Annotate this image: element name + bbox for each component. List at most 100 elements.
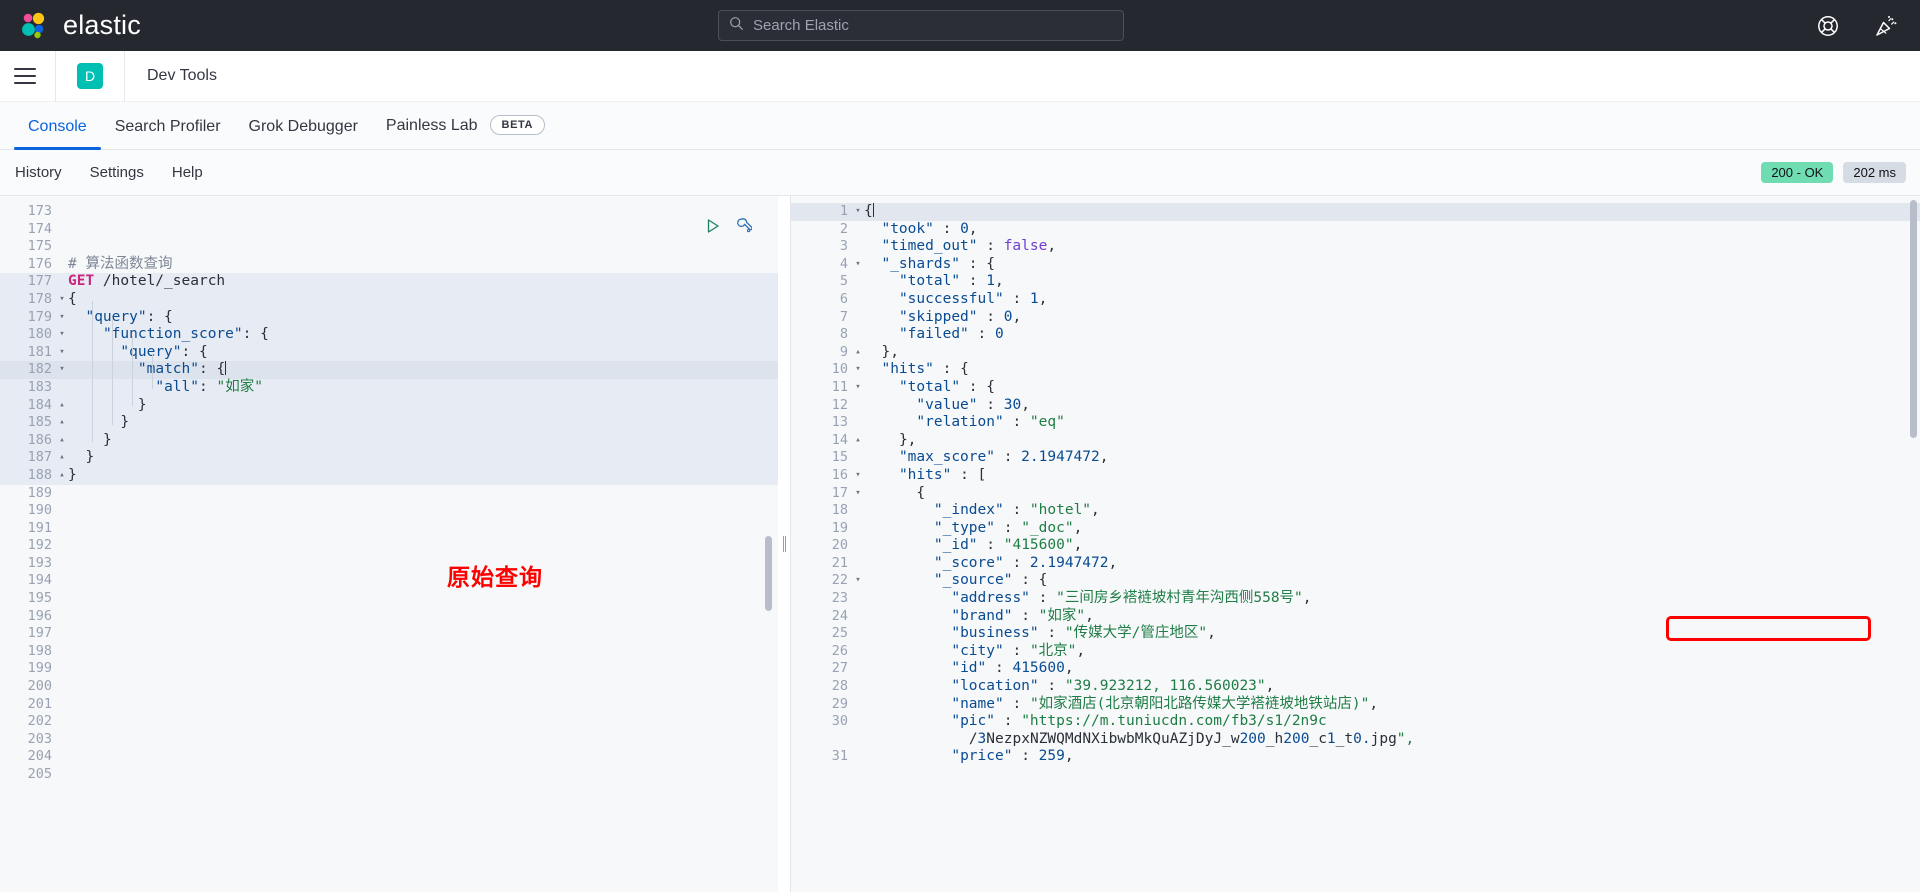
code-line[interactable]: 17 ▾ { (790, 485, 1920, 503)
fold-toggle[interactable]: ▾ (56, 361, 68, 379)
code-line[interactable]: 176 # 算法函数查询 (0, 256, 778, 274)
fold-toggle[interactable]: ▾ (852, 256, 864, 274)
code-line[interactable]: 183 "all": "如家" (0, 378, 778, 397)
code-line[interactable]: 11 ▾ "total" : { (790, 379, 1920, 397)
fold-toggle[interactable]: ▴ (56, 397, 68, 415)
code-line[interactable]: 205 (0, 766, 778, 784)
code-line[interactable]: 187 ▴ } (0, 449, 778, 467)
fold-toggle[interactable]: ▴ (56, 414, 68, 432)
code-line[interactable]: 12 "value" : 30, (790, 397, 1920, 415)
space-avatar[interactable]: D (77, 63, 103, 89)
code-line[interactable]: 174 (0, 221, 778, 239)
code-line[interactable]: 204 (0, 748, 778, 766)
code-line[interactable]: 175 (0, 238, 778, 256)
fold-toggle[interactable]: ▴ (852, 344, 864, 362)
code-line[interactable]: 10 ▾ "hits" : { (790, 361, 1920, 379)
code-line[interactable]: 31 "price" : 259, (790, 748, 1920, 766)
fold-toggle[interactable]: ▴ (56, 432, 68, 450)
code-line[interactable]: 1 ▾{ (790, 203, 1920, 221)
code-line[interactable]: 30 "pic" : "https://m.tuniucdn.com/fb3/s… (790, 713, 1920, 731)
settings-button[interactable]: Settings (90, 164, 144, 181)
code-line[interactable]: 24 "brand" : "如家", (790, 608, 1920, 626)
fold-toggle[interactable]: ▾ (56, 326, 68, 344)
code-line[interactable]: 194 (0, 572, 778, 590)
code-line[interactable]: 22 ▾ "_source" : { (790, 572, 1920, 590)
code-line[interactable]: 16 ▾ "hits" : [ (790, 467, 1920, 485)
code-line[interactable]: 195 (0, 590, 778, 608)
fold-toggle[interactable]: ▾ (852, 379, 864, 397)
help-button[interactable]: Help (172, 164, 203, 181)
code-line[interactable]: 29 "name" : "如家酒店(北京朝阳北路传媒大学褡裢坡地铁站店)", (790, 696, 1920, 714)
request-editor[interactable]: 173 174 175 176 # 算法函数查询 177 GET /hotel/_searc… (0, 196, 778, 892)
code-line[interactable]: 27 "id" : 415600, (790, 660, 1920, 678)
code-line[interactable]: 2 "took" : 0, (790, 221, 1920, 239)
code-line[interactable]: 26 "city" : "北京", (790, 643, 1920, 661)
fold-toggle[interactable]: ▾ (56, 291, 68, 309)
code-line[interactable]: 190 (0, 502, 778, 520)
code-line[interactable]: 7 "skipped" : 0, (790, 309, 1920, 327)
pane-splitter[interactable] (778, 196, 790, 892)
code-line[interactable]: 173 (0, 203, 778, 221)
code-line[interactable]: 192 (0, 537, 778, 555)
fold-toggle[interactable]: ▾ (852, 203, 864, 221)
code-line[interactable]: 188 ▴} (0, 466, 778, 485)
code-line[interactable]: 201 (0, 696, 778, 714)
code-line[interactable]: 178 ▾{ (0, 290, 778, 309)
fold-toggle[interactable]: ▴ (56, 467, 68, 485)
code-line[interactable]: 202 (0, 713, 778, 731)
response-viewer[interactable]: 1 ▾{2 "took" : 0, 3 "timed_out" : false, 4 ▾… (790, 196, 1920, 892)
code-line[interactable]: 21 "_score" : 2.1947472, (790, 555, 1920, 573)
menu-hamburger-icon[interactable] (14, 68, 36, 84)
fold-toggle[interactable]: ▾ (852, 572, 864, 590)
code-line[interactable]: 199 (0, 660, 778, 678)
code-line[interactable]: 197 (0, 625, 778, 643)
code-line[interactable]: 196 (0, 608, 778, 626)
code-line[interactable]: 23 "address" : "三间房乡褡裢坡村青年沟西侧558号", (790, 590, 1920, 608)
code-line[interactable]: 186 ▴ } (0, 431, 778, 450)
code-line[interactable]: 185 ▴ } (0, 414, 778, 432)
fold-toggle[interactable]: ▾ (852, 361, 864, 379)
code-line[interactable]: 14 ▴ }, (790, 432, 1920, 450)
fold-toggle[interactable]: ▾ (56, 309, 68, 327)
code-line[interactable]: 25 "business" : "传媒大学/管庄地区", (790, 625, 1920, 643)
fold-toggle[interactable]: ▾ (852, 467, 864, 485)
tab-search-profiler[interactable]: Search Profiler (101, 118, 235, 149)
party-popper-icon[interactable] (1874, 14, 1898, 38)
help-lifebuoy-icon[interactable] (1816, 14, 1840, 38)
code-line[interactable]: 182 ▾ "match": { (0, 361, 778, 379)
code-line[interactable]: 179 ▾ "query": { (0, 308, 778, 327)
history-button[interactable]: History (15, 164, 62, 181)
tab-console[interactable]: Console (14, 118, 101, 150)
code-line[interactable]: 184 ▴ } (0, 396, 778, 415)
global-search[interactable] (718, 10, 1124, 41)
code-line[interactable]: 4 ▾ "_shards" : { (790, 256, 1920, 274)
code-line[interactable]: 5 "total" : 1, (790, 273, 1920, 291)
response-scrollbar[interactable] (1910, 200, 1917, 438)
code-line[interactable]: 8 "failed" : 0 (790, 326, 1920, 344)
code-line[interactable]: 193 (0, 555, 778, 573)
code-line[interactable]: 177 GET /hotel/_search (0, 273, 778, 291)
code-line[interactable]: 20 "_id" : "415600", (790, 537, 1920, 555)
editor-scrollbar[interactable] (765, 536, 772, 611)
code-line[interactable]: 203 (0, 731, 778, 749)
search-input[interactable] (753, 17, 1113, 34)
fold-toggle[interactable]: ▴ (56, 449, 68, 467)
code-line[interactable]: 191 (0, 520, 778, 538)
code-line[interactable]: 3 "timed_out" : false, (790, 238, 1920, 256)
tab-painless-lab[interactable]: Painless Lab BETA (372, 115, 559, 149)
code-line[interactable]: 28 "location" : "39.923212, 116.560023", (790, 678, 1920, 696)
code-line[interactable]: 13 "relation" : "eq" (790, 414, 1920, 432)
code-line[interactable]: 200 (0, 678, 778, 696)
code-line[interactable]: 180 ▾ "function_score": { (0, 326, 778, 344)
code-line[interactable]: 19 "_type" : "_doc", (790, 520, 1920, 538)
fold-toggle[interactable]: ▴ (852, 432, 864, 450)
code-line[interactable]: 198 (0, 643, 778, 661)
code-line[interactable]: 9 ▴ }, (790, 344, 1920, 362)
code-line[interactable]: 189 (0, 485, 778, 503)
tab-grok-debugger[interactable]: Grok Debugger (235, 118, 372, 149)
code-line[interactable]: 181 ▾ "query": { (0, 343, 778, 362)
code-line[interactable]: /3NezpxNZWQMdNXibwbMkQuAZjDyJ_w200_h200_… (790, 731, 1920, 749)
code-line[interactable]: 6 "successful" : 1, (790, 291, 1920, 309)
fold-toggle[interactable]: ▾ (852, 485, 864, 503)
fold-toggle[interactable]: ▾ (56, 344, 68, 362)
